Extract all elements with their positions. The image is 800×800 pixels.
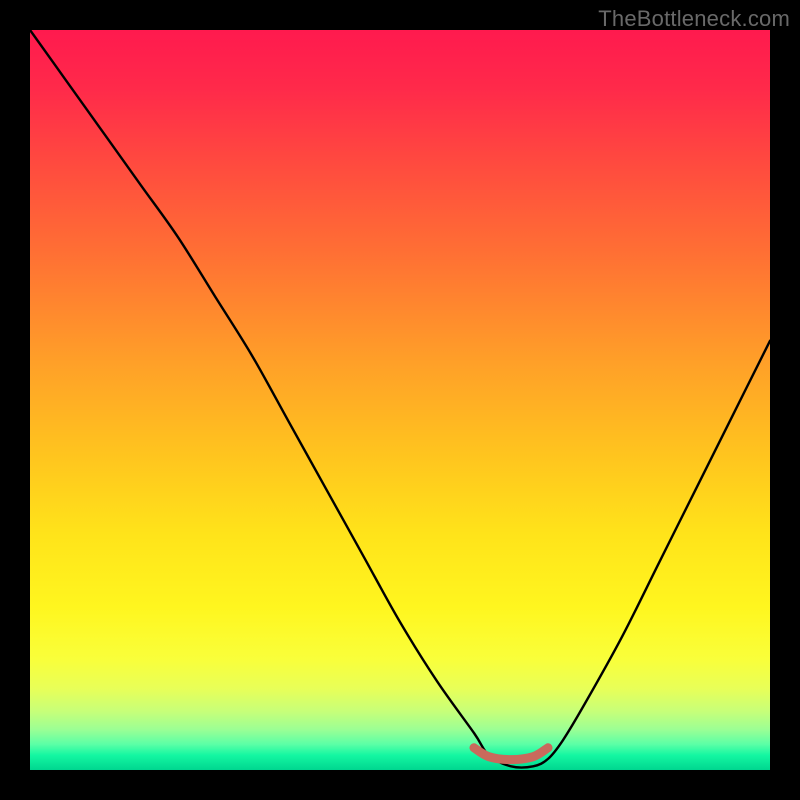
plot-area: [30, 30, 770, 770]
chart-frame: TheBottleneck.com: [0, 0, 800, 800]
watermark-text: TheBottleneck.com: [598, 6, 790, 32]
bottleneck-curve: [30, 30, 770, 767]
curve-layer: [30, 30, 770, 770]
